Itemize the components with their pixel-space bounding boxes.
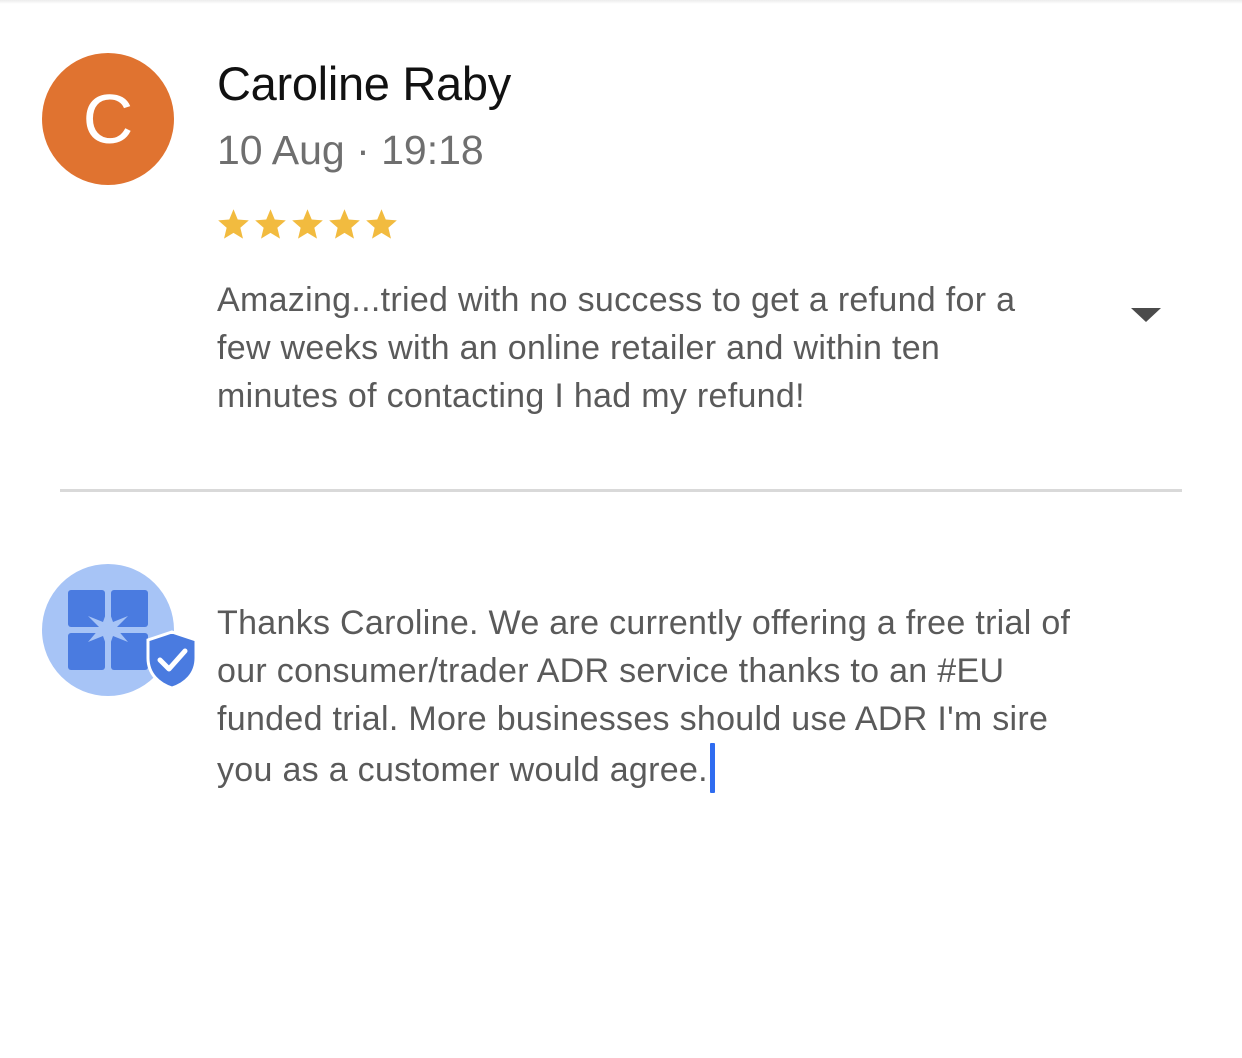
star-icon [218, 209, 249, 239]
rating-stars [216, 207, 399, 242]
reply-text-content: Thanks Caroline. We are currently offeri… [217, 604, 1071, 789]
review-date: 10 Aug · 19:18 [217, 127, 484, 173]
expand-review-button[interactable] [1124, 299, 1168, 331]
caret-down-icon [1131, 308, 1161, 322]
review-text: Amazing...tried with no success to get a… [217, 281, 1016, 415]
divider [60, 489, 1182, 492]
reviewer-avatar-letter: C [82, 80, 134, 158]
reviewer-avatar[interactable]: C [42, 53, 174, 185]
text-cursor [709, 743, 715, 793]
star-icon [255, 209, 286, 239]
verified-shield-icon [146, 630, 198, 690]
star-icon [292, 209, 323, 239]
top-edge [0, 0, 1242, 4]
star-icon [366, 209, 397, 239]
business-logo-icon [68, 590, 148, 670]
reviewer-name[interactable]: Caroline Raby [217, 56, 511, 111]
reply-text[interactable]: Thanks Caroline. We are currently offeri… [217, 599, 1097, 794]
star-icon [329, 209, 360, 239]
